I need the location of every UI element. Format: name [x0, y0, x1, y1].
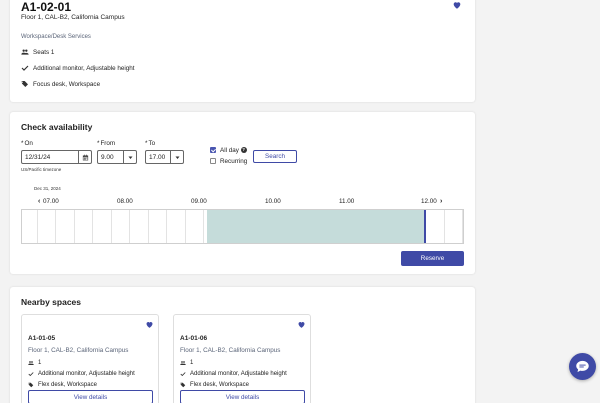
on-label: *On [21, 140, 33, 147]
chat-bubble-icon [575, 359, 590, 374]
timeline-cell-divider [73, 210, 75, 243]
date-input[interactable]: 12/31/24 [21, 150, 92, 164]
availability-title: Check availability [21, 122, 93, 132]
timeline-cell-divider [129, 210, 130, 243]
check-icon [28, 371, 34, 377]
timeline-cell-divider [184, 210, 186, 243]
view-details-button[interactable]: View details [28, 390, 153, 403]
timeline-next-icon[interactable]: › [440, 198, 442, 205]
feature-text: Seats 1 [33, 48, 55, 56]
check-icon [21, 64, 29, 72]
favorite-heart-icon[interactable] [297, 320, 306, 329]
timeline-cell-divider [443, 210, 445, 243]
timeline-hour-8: 08.00 [117, 198, 133, 205]
space-location: Floor 1, CAL-B2, California Campus [28, 347, 129, 354]
search-button[interactable]: Search [253, 150, 297, 163]
space-card: A1-01-06 Floor 1, CAL-B2, California Cam… [173, 314, 311, 403]
desk-title: A1-02-01 [21, 0, 72, 14]
availability-card: Check availability *On 12/31/24 *From 9.… [10, 112, 475, 274]
timeline-date: Dec 31, 2024 [34, 186, 61, 191]
timeline-hour-10: 10.00 [265, 198, 281, 205]
to-select[interactable]: 17.00 [145, 150, 184, 164]
timeline-cell-divider [462, 210, 463, 243]
timeline-cell-divider [147, 210, 149, 243]
nearby-spaces-card: Nearby spaces A1-01-05 Floor 1, CAL-B2, … [10, 287, 475, 403]
space-card: A1-01-05 Floor 1, CAL-B2, California Cam… [21, 314, 159, 403]
favorite-heart-icon[interactable] [452, 0, 462, 10]
tags-icon [21, 80, 29, 88]
people-icon [21, 48, 29, 56]
view-details-button[interactable]: View details [180, 390, 305, 403]
timeline-prev-icon[interactable]: ‹ [38, 198, 40, 205]
space-amenities: Additional monitor, Adjustable height [28, 370, 135, 378]
timeline-hour-12: 12.00 [421, 198, 437, 205]
all-day-checkbox[interactable] [210, 147, 216, 153]
timeline-hour-7: 07.00 [43, 198, 59, 205]
timeline-cell-divider [110, 210, 112, 243]
to-label: *To [145, 140, 156, 147]
space-name: A1-01-05 [28, 335, 56, 342]
recurring-checkbox[interactable] [210, 158, 216, 164]
chat-button[interactable] [569, 353, 596, 380]
timeline-booked-block [206, 210, 425, 243]
space-tags: Flex desk, Workspace [180, 381, 249, 389]
nearby-title: Nearby spaces [21, 297, 82, 307]
feature-amenities: Additional monitor, Adjustable height [21, 63, 135, 73]
all-day-label: All day ? [220, 147, 247, 154]
space-tags: Flex desk, Workspace [28, 381, 97, 389]
check-icon [180, 371, 186, 377]
people-icon [28, 360, 34, 366]
feature-text: Focus desk, Workspace [33, 80, 101, 88]
from-label: *From [97, 140, 116, 147]
desk-category: Workspace/Desk Services [21, 34, 91, 40]
help-icon[interactable]: ? [240, 147, 247, 153]
people-icon [180, 360, 186, 366]
space-name: A1-01-06 [180, 335, 208, 342]
calendar-icon[interactable] [78, 151, 91, 163]
favorite-heart-icon[interactable] [145, 320, 154, 329]
timeline-hour-11: 11.00 [339, 198, 355, 205]
tags-icon [28, 382, 34, 388]
space-amenities: Additional monitor, Adjustable height [180, 370, 287, 378]
caret-down-icon[interactable] [123, 151, 136, 163]
timeline-grid[interactable] [21, 209, 464, 244]
timeline-cell-divider [92, 210, 93, 243]
feature-text: Additional monitor, Adjustable height [33, 64, 135, 72]
timeline-cell-divider [36, 210, 38, 243]
timeline-cell-divider [203, 210, 204, 243]
desk-location: Floor 1, CAL-B2, California Campus [21, 14, 125, 21]
space-location: Floor 1, CAL-B2, California Campus [180, 347, 281, 354]
timeline-end-marker [424, 210, 426, 243]
space-seats: 1 [180, 359, 193, 367]
from-select[interactable]: 9.00 [97, 150, 137, 164]
caret-down-icon[interactable] [170, 151, 183, 163]
reserve-button[interactable]: Reserve [401, 251, 464, 266]
timezone-note: US/Pacific timezone [21, 167, 62, 172]
space-seats: 1 [28, 359, 41, 367]
timeline-cell-divider [166, 210, 167, 243]
tags-icon [180, 382, 186, 388]
feature-tags: Focus desk, Workspace [21, 79, 100, 89]
feature-seats: Seats 1 [21, 47, 54, 57]
timeline-hour-9: 09.00 [191, 198, 207, 205]
timeline-cell-divider [55, 210, 56, 243]
desk-details-card: A1-02-01 Floor 1, CAL-B2, California Cam… [10, 0, 475, 102]
recurring-label: Recurring [220, 158, 248, 165]
